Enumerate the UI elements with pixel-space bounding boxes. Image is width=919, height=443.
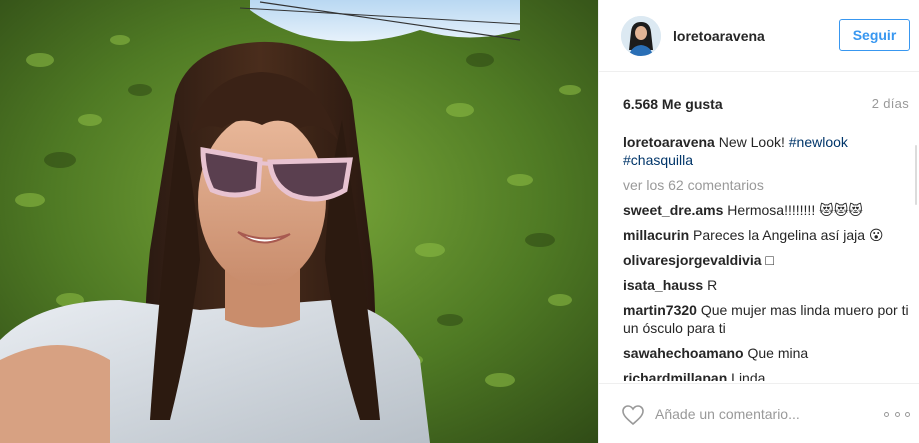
comment-username[interactable]: sawahechoamano — [623, 345, 744, 361]
load-more-comments[interactable]: ver los 62 comentarios — [623, 176, 911, 194]
comment-username[interactable]: isata_hauss — [623, 277, 703, 293]
avatar[interactable] — [621, 16, 661, 56]
list-item: isata_hauss R — [623, 276, 911, 294]
avatar-image — [621, 16, 661, 56]
list-item: sweet_dre.ams Hermosa!!!!!!!! 😻😻😻 — [623, 201, 911, 219]
comments-list[interactable]: loretoaravena New Look! #newlook #chasqu… — [623, 133, 911, 381]
comment-username[interactable]: sweet_dre.ams — [623, 202, 723, 218]
comment-text: □ — [765, 252, 774, 268]
comment-text: Pareces la Angelina así jaja 😮 — [693, 227, 884, 243]
comment-username[interactable]: millacurin — [623, 227, 689, 243]
list-item: richardmillapan Linda — [623, 369, 911, 381]
post-photo[interactable] — [0, 0, 598, 443]
hashtag-link[interactable]: #chasquilla — [623, 152, 693, 168]
list-item: millacurin Pareces la Angelina así jaja … — [623, 226, 911, 244]
caption-text: New Look! — [718, 134, 785, 150]
post-actions-bar — [599, 383, 919, 443]
list-item: martin7320 Que mujer mas linda muero por… — [623, 301, 911, 337]
comment-username[interactable]: richardmillapan — [623, 370, 727, 381]
post-stats: 6.568 Me gusta 2 días — [623, 96, 909, 116]
comment-text: Que mina — [747, 345, 809, 361]
selfie-image — [0, 0, 598, 443]
comment-input[interactable] — [655, 402, 865, 426]
comment-text: Hermosa!!!!!!!! 😻😻😻 — [727, 202, 863, 218]
comment-text: Linda — [731, 370, 766, 381]
post-username[interactable]: loretoaravena — [673, 28, 765, 44]
comment-username[interactable]: martin7320 — [623, 302, 697, 318]
comment-username[interactable]: loretoaravena — [623, 134, 715, 150]
post-timestamp[interactable]: 2 días — [872, 96, 909, 111]
caption: loretoaravena New Look! #newlook #chasqu… — [623, 133, 911, 169]
list-item: olivaresjorgevaldivia □ — [623, 251, 911, 269]
post-details-panel: loretoaravena Seguir 6.568 Me gusta 2 dí… — [598, 0, 919, 443]
hashtag-link[interactable]: #newlook — [789, 134, 848, 150]
heart-icon[interactable] — [621, 404, 645, 426]
list-item: sawahechoamano Que mina — [623, 344, 911, 362]
comment-text: R — [707, 277, 718, 293]
scrollbar-thumb[interactable] — [915, 145, 917, 205]
post-header: loretoaravena Seguir — [599, 0, 919, 72]
comment-username[interactable]: olivaresjorgevaldivia — [623, 252, 762, 268]
like-count[interactable]: 6.568 Me gusta — [623, 96, 723, 112]
comments-scrollbar[interactable] — [915, 133, 917, 381]
follow-button[interactable]: Seguir — [839, 19, 910, 51]
more-options-icon[interactable] — [884, 406, 910, 422]
